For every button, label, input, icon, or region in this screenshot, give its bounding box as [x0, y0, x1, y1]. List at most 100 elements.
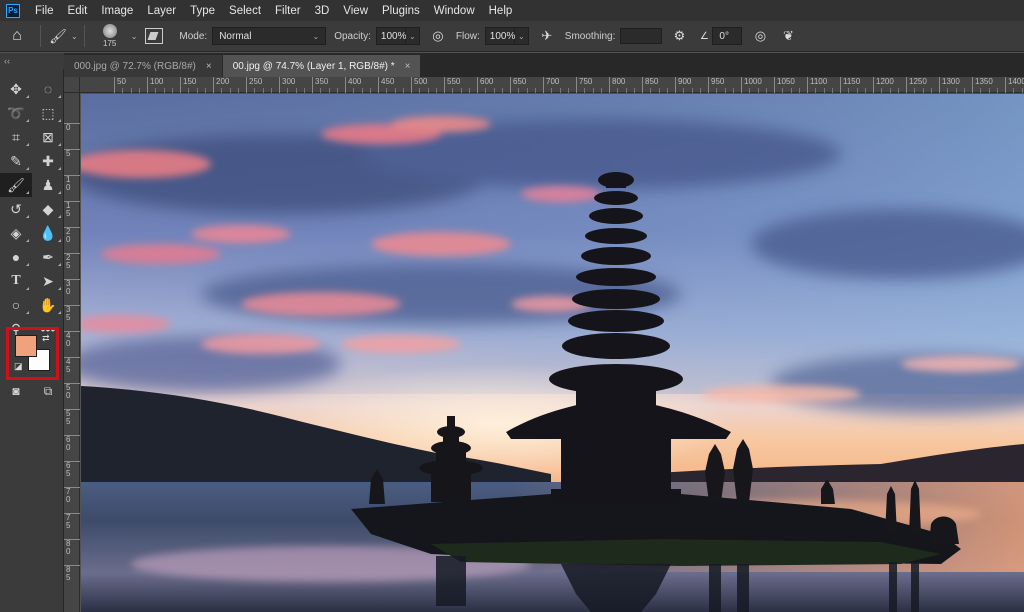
document-canvas[interactable]	[81, 94, 1024, 612]
move-tool-icon[interactable]: ✥	[0, 77, 32, 101]
clone-stamp-tool-icon[interactable]: ♟	[32, 173, 64, 197]
ruler-minor-tick	[122, 88, 125, 93]
flow-dropdown-icon[interactable]: ⌄	[514, 27, 529, 45]
menu-help[interactable]: Help	[482, 5, 520, 17]
ruler-minor-tick	[749, 88, 752, 93]
type-tool-icon[interactable]: T	[0, 269, 32, 293]
menu-plugins[interactable]: Plugins	[375, 5, 427, 17]
menu-type[interactable]: Type	[183, 5, 222, 17]
marquee-tool-icon[interactable]: ◌	[32, 77, 64, 101]
brush-preset-picker[interactable]: 175	[91, 21, 129, 52]
crop-tool-icon[interactable]: ⌗	[0, 125, 32, 149]
chevron-down-icon: ⌄	[312, 31, 320, 41]
symmetry-butterfly-icon[interactable]: ❦	[778, 28, 798, 44]
toolbox-collapse[interactable]: ‹‹	[0, 53, 64, 69]
hand-tool-icon[interactable]: ✋	[32, 293, 64, 317]
ruler-tick: 3 5	[64, 305, 80, 322]
ruler-minor-tick	[468, 88, 472, 93]
ruler-minor-tick	[229, 88, 233, 93]
history-brush-tool-icon[interactable]: ↺	[0, 197, 32, 221]
close-icon[interactable]: ×	[405, 61, 411, 72]
menu-file[interactable]: File	[28, 5, 61, 17]
ruler-minor-tick	[328, 88, 332, 93]
dodge-tool-icon[interactable]: ●	[0, 245, 32, 269]
pen-tool-icon[interactable]: ✒	[32, 245, 64, 269]
quick-mask-icon[interactable]: ◙	[0, 379, 32, 403]
menu-edit[interactable]: Edit	[61, 5, 95, 17]
ruler-minor-tick	[988, 88, 992, 93]
frame-tool-icon[interactable]: ⊠	[32, 125, 64, 149]
menu-filter[interactable]: Filter	[268, 5, 308, 17]
ruler-tick: 1 5	[64, 201, 80, 218]
ruler-minor-tick	[592, 88, 596, 93]
menu-image[interactable]: Image	[94, 5, 140, 17]
ruler-minor-tick	[551, 88, 554, 93]
menu-window[interactable]: Window	[427, 5, 482, 17]
mode-select[interactable]: Normal ⌄	[212, 27, 327, 45]
menu-3d[interactable]: 3D	[308, 5, 337, 17]
ruler-origin[interactable]	[64, 77, 80, 93]
ruler-tick: 2 5	[64, 253, 80, 270]
tab-label: 00.jpg @ 74.7% (Layer 1, RGB/8#) *	[232, 60, 395, 72]
flow-input[interactable]: 100%	[484, 27, 515, 45]
brush-size-value: 175	[103, 39, 117, 48]
opacity-label: Opacity:	[334, 30, 371, 42]
ruler-minor-tick	[815, 88, 818, 93]
menu-view[interactable]: View	[336, 5, 375, 17]
chevron-down-icon[interactable]: ⌄	[131, 32, 138, 41]
ruler-minor-tick	[889, 88, 893, 93]
blur-tool-icon[interactable]: 💧	[32, 221, 64, 245]
swap-colors-icon[interactable]: ⇄	[42, 333, 50, 344]
ruler-minor-tick	[980, 88, 983, 93]
chevron-down-icon[interactable]: ⌄	[71, 32, 78, 41]
object-selection-tool-icon[interactable]: ⬚	[32, 101, 64, 125]
ruler-minor-tick	[584, 88, 587, 93]
eraser-tool-icon[interactable]: ◆	[32, 197, 64, 221]
tab-000-jpg[interactable]: 000.jpg @ 72.7% (RGB/8#) ×	[64, 55, 222, 77]
brush-settings-panel-icon[interactable]	[145, 28, 164, 44]
path-selection-tool-icon[interactable]: ➤	[32, 269, 64, 293]
menu-layer[interactable]: Layer	[140, 5, 183, 17]
ruler-minor-tick	[633, 88, 637, 93]
opacity-dropdown-icon[interactable]: ⌄	[405, 27, 420, 45]
healing-brush-tool-icon[interactable]: ✚	[32, 149, 64, 173]
vertical-ruler[interactable]: 0 5 1 0 1 5 2 0 2 5 3 0 3 5 4 0 4 5 5 0 5 5 6 0 6 5 7 …	[64, 93, 80, 612]
ruler-tick: 6 5	[64, 461, 80, 478]
foreground-color-swatch[interactable]	[15, 335, 37, 357]
ruler-minor-tick	[897, 88, 901, 93]
pressure-opacity-icon[interactable]: ◎	[428, 28, 448, 44]
ruler-minor-tick	[996, 88, 1000, 93]
home-icon[interactable]: ⌂	[0, 21, 34, 52]
ruler-minor-tick	[559, 88, 563, 93]
ruler-minor-tick	[798, 88, 802, 93]
ruler-minor-tick	[155, 88, 158, 93]
eyedropper-tool-icon[interactable]: ✎	[0, 149, 32, 173]
brush-tool-icon[interactable]: 🖌	[0, 173, 32, 197]
ellipse-tool-icon[interactable]: ○	[0, 293, 32, 317]
lasso-tool-icon[interactable]: ➰	[0, 101, 32, 125]
ruler-minor-tick	[336, 88, 340, 93]
ruler-minor-tick	[567, 88, 571, 93]
opacity-input[interactable]: 100%	[375, 27, 406, 45]
tab-00-jpg[interactable]: 00.jpg @ 74.7% (Layer 1, RGB/8#) * ×	[222, 55, 421, 77]
ruler-minor-tick	[881, 88, 884, 93]
paint-bucket-tool-icon[interactable]: ◈	[0, 221, 32, 245]
pressure-size-icon[interactable]: ◎	[750, 28, 770, 44]
smoothing-input[interactable]	[620, 28, 663, 44]
menu-select[interactable]: Select	[222, 5, 268, 17]
horizontal-ruler[interactable]: 50 100 150 200 250 300 350 400 450 500 550 600 650 70…	[80, 77, 1024, 93]
ruler-tick: 2 0	[64, 227, 80, 244]
ruler-tick: 6 0	[64, 435, 80, 452]
default-colors-icon[interactable]: ◪	[14, 361, 23, 372]
gear-icon[interactable]: ⚙	[670, 28, 688, 44]
close-icon[interactable]: ×	[206, 61, 212, 72]
brush-tip-icon	[102, 24, 117, 38]
airbrush-icon[interactable]: ✈	[537, 28, 557, 44]
brush-tool-preset-icon[interactable]: 🖌	[47, 28, 69, 45]
document-tab-bar: 000.jpg @ 72.7% (RGB/8#) × 00.jpg @ 74.7…	[64, 53, 1024, 77]
photoshop-logo-icon[interactable]: Ps	[6, 3, 20, 18]
screen-mode-icon[interactable]: ⧉	[32, 379, 64, 403]
angle-icon: ∠	[699, 30, 709, 42]
ruler-minor-tick	[130, 88, 134, 93]
angle-input[interactable]: 0°	[712, 27, 743, 45]
